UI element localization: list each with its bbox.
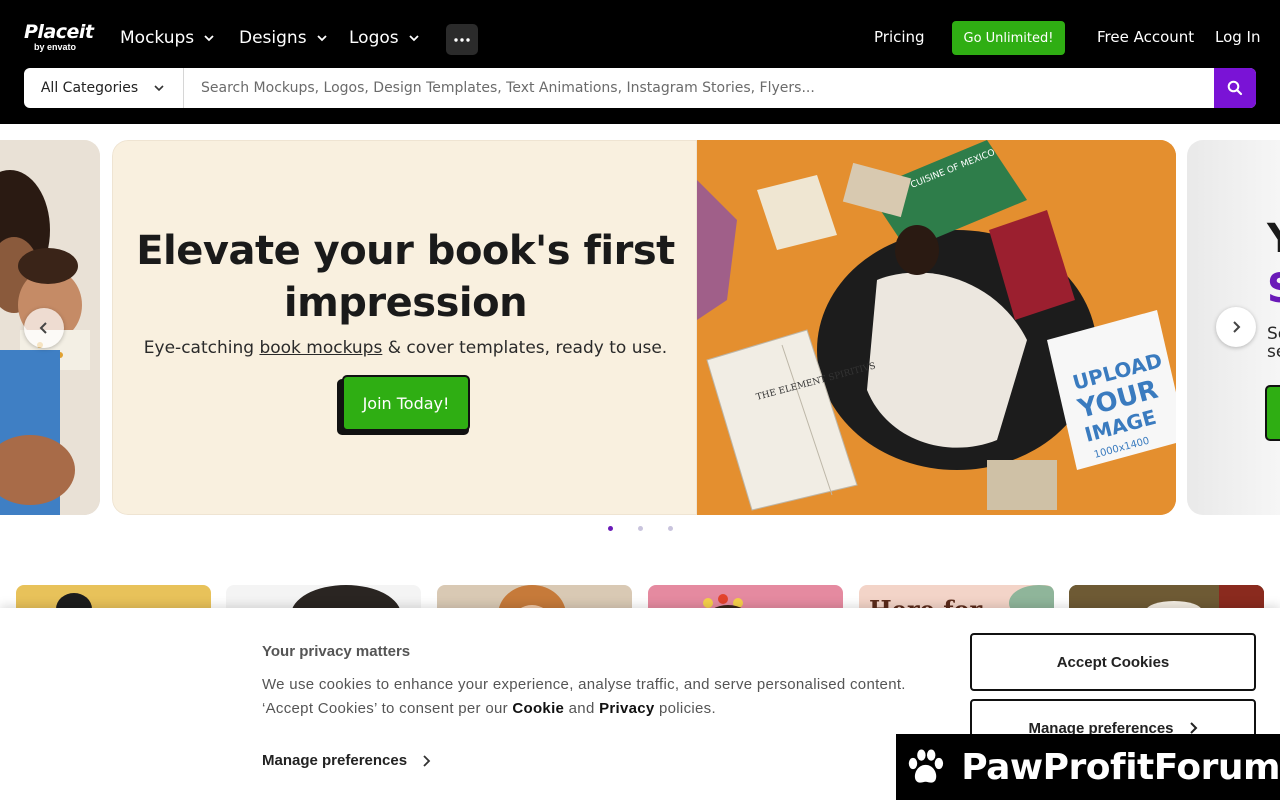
book-mockup-image: CUISINE OF MEXICO THE ELEMENT SPIRITIVS … xyxy=(697,140,1176,515)
chevron-left-icon xyxy=(39,322,47,334)
hero-subtitle-post: & cover templates, ready to use. xyxy=(382,338,668,358)
top-header: Placeit by envato Mockups Designs Logos … xyxy=(0,0,1280,124)
hero-title: Elevate your book's first impression xyxy=(136,228,675,326)
watermark-banner: PawProfitForum xyxy=(896,734,1280,800)
privacy-policy-link[interactable]: Privacy xyxy=(599,700,654,717)
pricing-link[interactable]: Pricing xyxy=(874,28,925,46)
carousel-dot-1[interactable] xyxy=(608,526,613,531)
carousel-prev-button[interactable] xyxy=(24,308,64,348)
watermark-text: PawProfitForum xyxy=(961,746,1280,788)
category-select[interactable]: All Categories xyxy=(24,68,184,108)
free-account-link[interactable]: Free Account xyxy=(1097,28,1194,46)
next-slide-subtitle-fragment-1: Se xyxy=(1267,324,1280,344)
cookie-text-and: and xyxy=(564,700,600,717)
chevron-right-icon xyxy=(1233,321,1241,333)
chevron-down-icon xyxy=(154,85,164,92)
search-bar: All Categories xyxy=(24,68,1256,108)
manage-preferences-label: Manage preferences xyxy=(262,752,408,769)
book-mockups-link[interactable]: book mockups xyxy=(259,338,382,358)
next-slide-cta-fragment xyxy=(1265,385,1280,441)
cookie-policy-link[interactable]: Cookie xyxy=(512,700,564,717)
carousel-dot-3[interactable] xyxy=(668,526,673,531)
go-unlimited-button[interactable]: Go Unlimited! xyxy=(952,21,1065,55)
cookie-text-end: policies. xyxy=(654,700,716,717)
hero-image-panel: CUISINE OF MEXICO THE ELEMENT SPIRITIVS … xyxy=(697,140,1176,515)
hero-subtitle-pre: Eye-catching xyxy=(143,338,260,358)
paw-icon xyxy=(908,749,944,783)
ellipsis-icon xyxy=(454,37,470,42)
search-button[interactable] xyxy=(1214,68,1256,108)
next-slide-title-fragment-accent: S xyxy=(1267,266,1280,312)
nav-designs[interactable]: Designs xyxy=(239,26,329,50)
hero-carousel: Elevate your book's first impression Eye… xyxy=(0,140,1280,515)
cookie-text: We use cookies to enhance your experienc… xyxy=(262,673,942,721)
nav-designs-label: Designs xyxy=(239,28,307,48)
carousel-next-button[interactable] xyxy=(1216,307,1256,347)
join-today-button[interactable]: Join Today! xyxy=(342,375,470,431)
chevron-down-icon xyxy=(204,35,214,42)
more-menu-button[interactable] xyxy=(446,24,478,55)
nav-mockups[interactable]: Mockups xyxy=(120,26,216,50)
chevron-down-icon xyxy=(316,35,327,42)
category-select-label: All Categories xyxy=(40,80,139,96)
placeit-logo[interactable]: Placeit by envato xyxy=(24,22,94,54)
accept-cookies-button[interactable]: Accept Cookies xyxy=(970,633,1256,691)
nav-logos-label: Logos xyxy=(349,28,399,48)
logo-sub-text: by envato xyxy=(34,42,77,52)
nav-mockups-label: Mockups xyxy=(120,28,195,48)
cookie-title: Your privacy matters xyxy=(262,643,411,660)
search-input[interactable] xyxy=(185,68,1214,108)
carousel-dots xyxy=(604,526,676,534)
login-link[interactable]: Log In xyxy=(1215,28,1261,46)
chevron-right-icon xyxy=(423,754,431,767)
nav-logos[interactable]: Logos xyxy=(349,26,421,50)
chevron-down-icon xyxy=(408,35,419,42)
logo-main-text: Placeit xyxy=(24,21,94,43)
hero-text-panel: Elevate your book's first impression Eye… xyxy=(112,140,697,515)
hero-subtitle: Eye-catching book mockups & cover templa… xyxy=(133,338,678,358)
carousel-dot-2[interactable] xyxy=(638,526,643,531)
hero-slide-active: Elevate your book's first impression Eye… xyxy=(112,140,1176,515)
next-slide-title-fragment: Y xyxy=(1267,216,1280,262)
manage-preferences-link[interactable]: Manage preferences xyxy=(262,752,431,769)
next-slide-subtitle-fragment-2: se xyxy=(1267,342,1280,362)
chevron-right-icon xyxy=(1189,722,1197,734)
search-icon xyxy=(1227,80,1243,96)
